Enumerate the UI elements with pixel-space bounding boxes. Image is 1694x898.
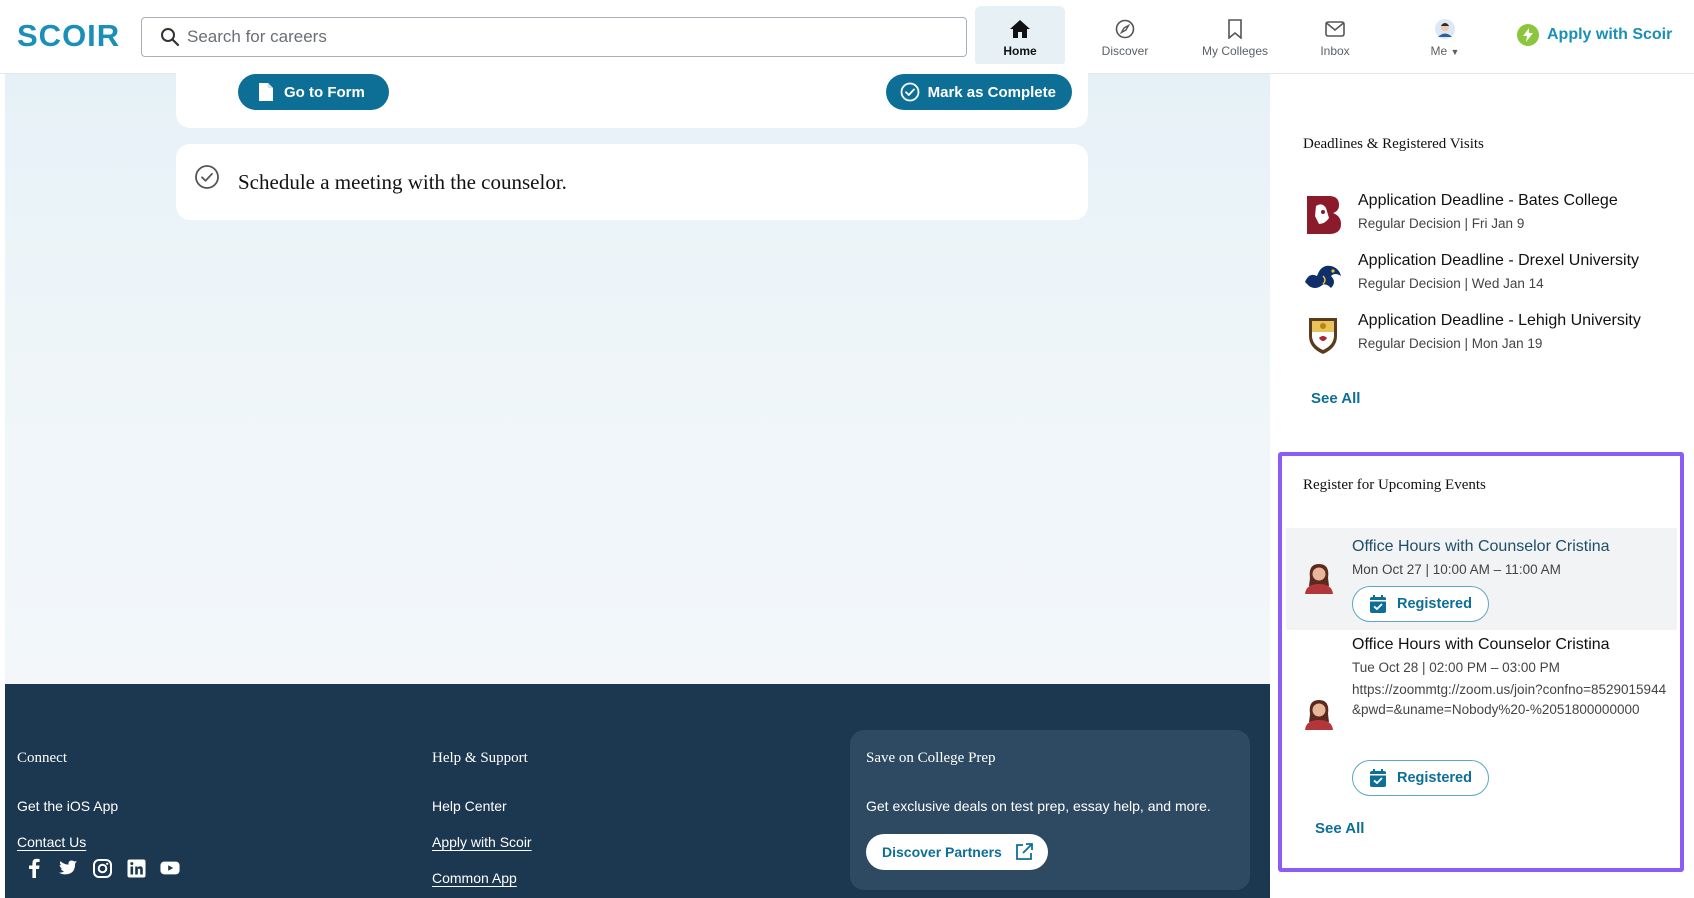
- footer-common-app-link[interactable]: Common App: [432, 870, 517, 886]
- bates-logo: [1307, 196, 1341, 234]
- event-item[interactable]: Office Hours with Counselor Cristina Mon…: [1286, 528, 1677, 630]
- linkedin-icon[interactable]: [126, 858, 146, 878]
- deadline-title: Application Deadline - Lehigh University: [1358, 312, 1641, 329]
- go-to-form-button[interactable]: Go to Form: [238, 74, 389, 110]
- document-icon: [259, 83, 273, 101]
- calendar-check-icon: [1370, 769, 1386, 787]
- event-title[interactable]: Office Hours with Counselor Cristina: [1352, 538, 1610, 556]
- deadlines-see-all-link[interactable]: See All: [1311, 390, 1360, 407]
- deadline-item[interactable]: Application Deadline - Drexel University…: [1303, 252, 1683, 306]
- deadline-title: Application Deadline - Drexel University: [1358, 252, 1640, 269]
- avatar-icon: [1434, 18, 1456, 40]
- drexel-logo: [1305, 265, 1341, 288]
- footer-contact-link[interactable]: Contact Us: [17, 834, 86, 850]
- chevron-down-icon: ▼: [1450, 47, 1460, 57]
- deadline-item[interactable]: Application Deadline - Bates College Reg…: [1303, 192, 1683, 246]
- promo-card: Save on College Prep Get exclusive deals…: [850, 730, 1250, 890]
- deadline-subtitle: Regular Decision | Mon Jan 19: [1358, 336, 1543, 351]
- home-icon: [1009, 18, 1031, 40]
- search-icon: [161, 28, 180, 47]
- calendar-check-icon: [1370, 595, 1386, 613]
- search-input[interactable]: [187, 18, 947, 56]
- nav-home-label: Home: [1003, 44, 1037, 58]
- lehigh-logo: [1309, 318, 1337, 354]
- apply-with-scoir-label: Apply with Scoir: [1547, 26, 1673, 43]
- event-time: Tue Oct 28 | 02:00 PM – 03:00 PM: [1352, 660, 1560, 675]
- events-title: Register for Upcoming Events: [1303, 477, 1486, 493]
- nav-my-colleges-label: My Colleges: [1201, 44, 1269, 58]
- counselor-avatar: [1305, 700, 1333, 730]
- main-content: Go to Form Mark as Complete Schedule a m…: [5, 64, 1270, 684]
- upcoming-events-section: Register for Upcoming Events Office Hour…: [1278, 452, 1684, 872]
- mail-icon: [1324, 18, 1346, 40]
- mark-as-complete-label: Mark as Complete: [927, 83, 1056, 101]
- deadlines-title: Deadlines & Registered Visits: [1303, 136, 1484, 152]
- scoir-logo[interactable]: SCOIR: [17, 18, 120, 54]
- twitter-icon[interactable]: [58, 858, 78, 878]
- event-time: Mon Oct 27 | 10:00 AM – 11:00 AM: [1352, 562, 1561, 577]
- top-navigation-bar: SCOIR Home Discover My Colleges Inbox: [0, 0, 1694, 74]
- registered-button[interactable]: Registered: [1352, 586, 1489, 622]
- search-box[interactable]: [141, 17, 967, 57]
- external-link-icon: [1015, 843, 1033, 860]
- nav-me[interactable]: Me ▼: [1400, 6, 1490, 66]
- deadline-item[interactable]: Application Deadline - Lehigh University…: [1303, 312, 1683, 366]
- nav-me-label: Me ▼: [1430, 44, 1460, 58]
- deadline-subtitle: Regular Decision | Fri Jan 9: [1358, 216, 1525, 231]
- footer-apply-link[interactable]: Apply with Scoir: [432, 834, 532, 850]
- event-meeting-link[interactable]: https://zoommtg://zoom.us/join?confno=85…: [1352, 680, 1670, 720]
- event-item[interactable]: Office Hours with Counselor Cristina Tue…: [1286, 634, 1677, 810]
- youtube-icon[interactable]: [160, 858, 180, 878]
- promo-title: Save on College Prep: [866, 750, 996, 766]
- registered-button[interactable]: Registered: [1352, 760, 1489, 796]
- task-text: Schedule a meeting with the counselor.: [238, 170, 567, 194]
- bookmark-icon: [1224, 18, 1246, 40]
- events-see-all-link[interactable]: See All: [1315, 820, 1364, 837]
- social-links: [24, 858, 180, 878]
- nav-discover[interactable]: Discover: [1080, 6, 1170, 66]
- bolt-icon: [1517, 24, 1539, 46]
- footer-help-center-link[interactable]: Help Center: [432, 798, 507, 814]
- nav-inbox[interactable]: Inbox: [1290, 6, 1380, 66]
- check-circle-icon: [900, 82, 920, 102]
- promo-text: Get exclusive deals on test prep, essay …: [866, 798, 1211, 814]
- counselor-avatar: [1305, 564, 1333, 594]
- registered-label: Registered: [1397, 770, 1472, 786]
- registered-label: Registered: [1397, 596, 1472, 612]
- form-task-card: Go to Form Mark as Complete: [176, 64, 1088, 128]
- discover-partners-button[interactable]: Discover Partners: [866, 834, 1048, 870]
- nav-my-colleges[interactable]: My Colleges: [1185, 6, 1285, 66]
- facebook-icon[interactable]: [24, 858, 44, 878]
- apply-with-scoir-button[interactable]: Apply with Scoir: [1517, 24, 1672, 46]
- nav-discover-label: Discover: [1101, 44, 1149, 58]
- footer-ios-app-link[interactable]: Get the iOS App: [17, 798, 118, 814]
- discover-partners-label: Discover Partners: [882, 844, 1002, 860]
- meeting-task-card[interactable]: Schedule a meeting with the counselor.: [176, 144, 1088, 220]
- compass-icon: [1114, 18, 1136, 40]
- deadline-title: Application Deadline - Bates College: [1358, 192, 1618, 209]
- nav-home[interactable]: Home: [975, 6, 1065, 66]
- footer-connect-title: Connect: [17, 750, 67, 766]
- footer: Connect Get the iOS App Contact Us Help …: [5, 684, 1270, 898]
- nav-inbox-label: Inbox: [1320, 44, 1350, 58]
- event-title[interactable]: Office Hours with Counselor Cristina: [1352, 636, 1610, 654]
- mark-as-complete-button[interactable]: Mark as Complete: [885, 74, 1072, 110]
- instagram-icon[interactable]: [92, 858, 112, 878]
- check-circle-icon[interactable]: [194, 164, 220, 190]
- footer-help-title: Help & Support: [432, 750, 528, 766]
- go-to-form-label: Go to Form: [284, 83, 365, 101]
- deadline-subtitle: Regular Decision | Wed Jan 14: [1358, 276, 1544, 291]
